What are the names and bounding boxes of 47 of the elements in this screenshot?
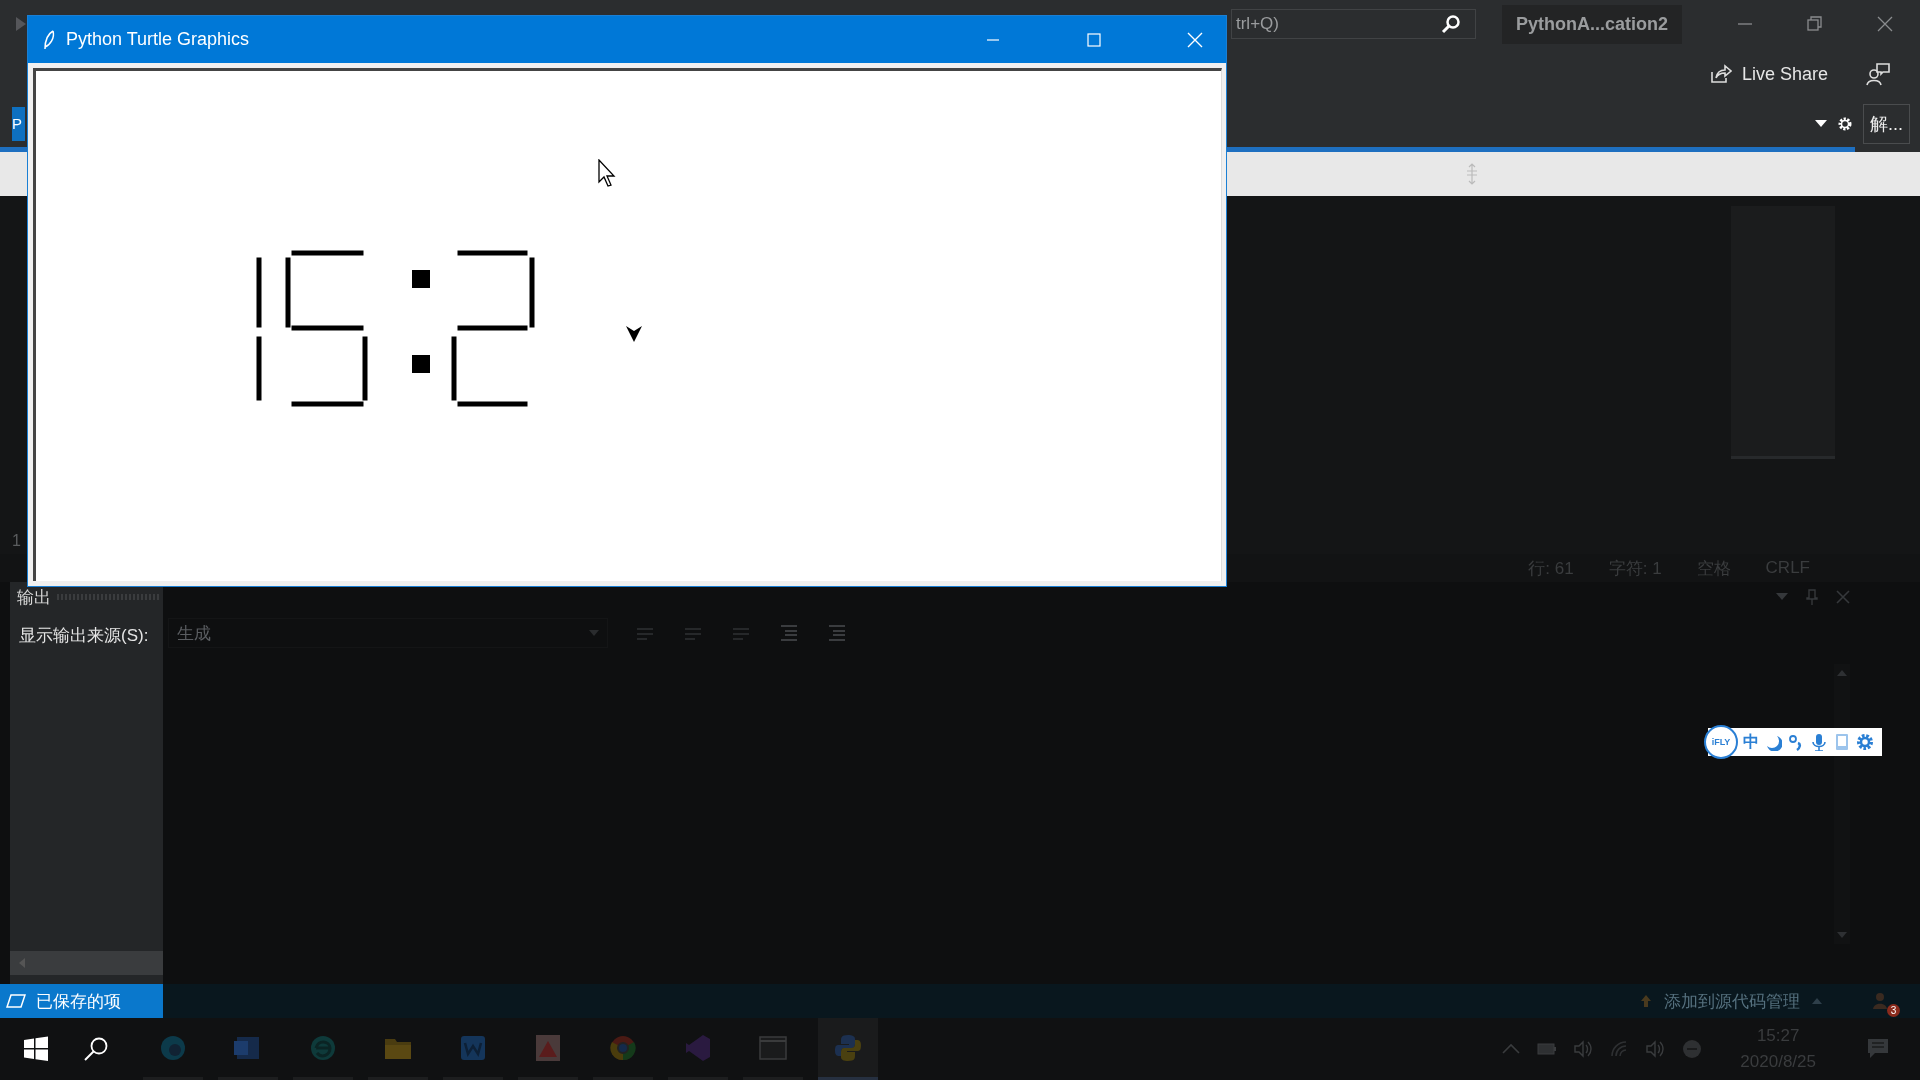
notification-badge: 3: [1887, 1004, 1900, 1017]
input-mode-toggle[interactable]: 中: [1743, 731, 1759, 753]
close-icon[interactable]: [1875, 14, 1895, 34]
restore-icon[interactable]: [1805, 14, 1825, 34]
document-tab[interactable]: P: [12, 106, 25, 141]
moon-icon[interactable]: [1764, 733, 1782, 751]
feedback-person-icon[interactable]: [1866, 62, 1890, 86]
panel-title: 输出: [17, 586, 51, 609]
live-share-button[interactable]: Live Share: [1705, 59, 1832, 89]
source-label: 显示输出来源(S):: [18, 625, 150, 647]
share-icon: [1709, 64, 1732, 84]
search-field[interactable]: trl+Q): [1231, 9, 1476, 39]
turtle-arrow-icon: [625, 325, 643, 343]
parallelogram-icon: [6, 993, 26, 1009]
saved-items-status[interactable]: 已保存的项: [0, 984, 163, 1018]
horizontal-scrollbar[interactable]: [10, 951, 163, 975]
tablet-icon[interactable]: [1833, 733, 1851, 751]
microphone-icon[interactable]: [1810, 733, 1828, 751]
line-number: 1: [12, 532, 22, 550]
chat-bubble-icon[interactable]: [1681, 1039, 1704, 1059]
list-icon[interactable]: [778, 623, 800, 643]
notification-icon[interactable]: [1866, 1037, 1890, 1061]
feather-icon: [42, 29, 56, 50]
dropdown-caret-icon[interactable]: [1815, 119, 1827, 128]
search-icon[interactable]: [1441, 14, 1461, 34]
source-control-button[interactable]: 添加到源代码管理: [1640, 989, 1822, 1013]
scroll-down-icon[interactable]: [1837, 932, 1847, 938]
taskbar-app-button[interactable]: [818, 1018, 878, 1080]
search-icon[interactable]: [83, 1036, 109, 1062]
paint-app-icon: [533, 1032, 563, 1063]
windows-logo-icon[interactable]: [23, 1036, 49, 1062]
visual-studio-icon: [683, 1032, 713, 1063]
solution-explorer-button[interactable]: 解...: [1863, 103, 1910, 144]
window-title: Python Turtle Graphics: [66, 29, 250, 50]
caret-icon: [589, 630, 599, 636]
caret-up-icon: [1812, 998, 1822, 1004]
up-arrow-icon: [1640, 994, 1652, 1008]
python-icon: [833, 1032, 863, 1063]
scroll-up-icon[interactable]: [1837, 670, 1847, 676]
word-wrap-icon[interactable]: [826, 623, 848, 643]
source-dropdown[interactable]: 生成: [168, 618, 608, 648]
split-handle-icon[interactable]: [1464, 163, 1480, 185]
settings-icon[interactable]: [1837, 115, 1853, 132]
solution-title: PythonA...cation2: [1502, 4, 1682, 44]
mouse-pointer-icon: [598, 159, 616, 187]
pin-icon[interactable]: [1806, 589, 1818, 605]
scroll-left-icon[interactable]: [18, 958, 26, 968]
